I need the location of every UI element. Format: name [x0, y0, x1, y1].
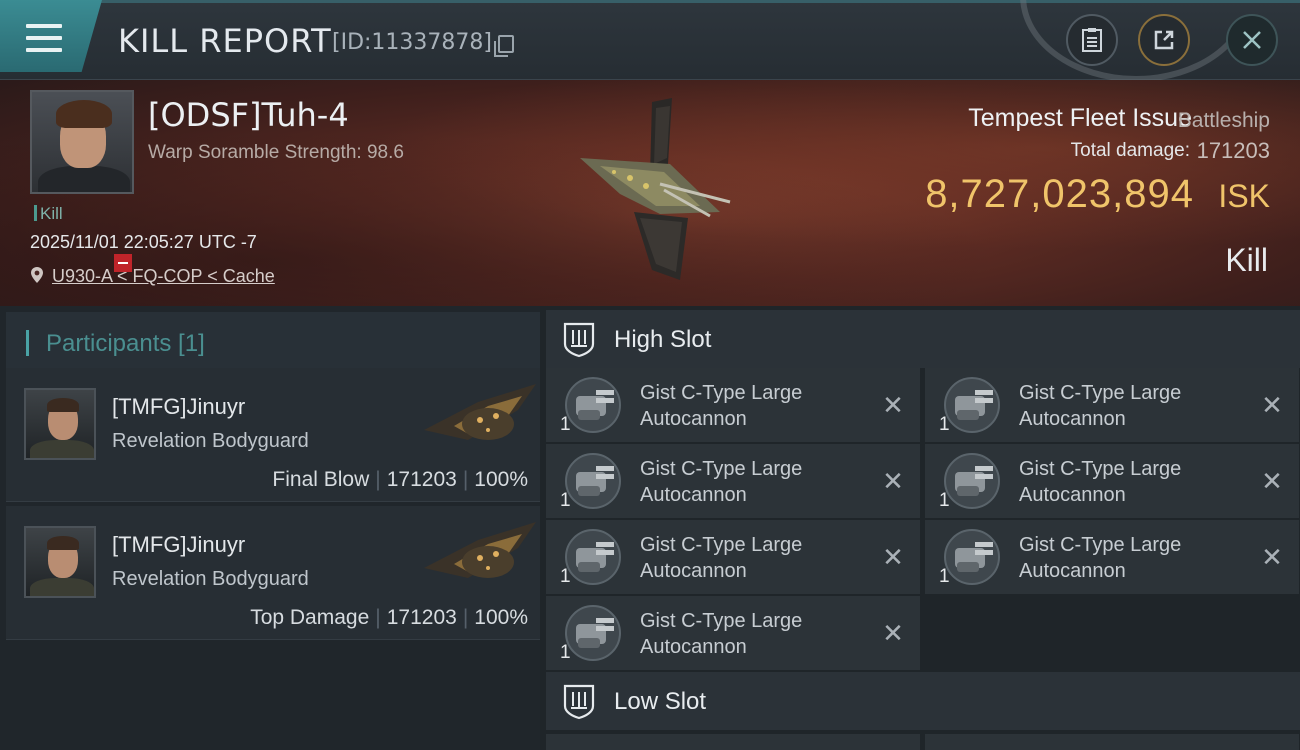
participant-row[interactable]: [TMFG]Jinuyr Revelation Bodyguard Final … [6, 368, 540, 502]
module-slot[interactable]: 1 Gist C-Type Large Autocannon ✕ [546, 520, 920, 594]
low-slot-header: Low Slot [546, 672, 1300, 730]
module-name: Gist C-Type Large Autocannon [1019, 534, 1182, 582]
hamburger-icon [26, 24, 62, 52]
top-bar: KILL REPORT [ID:11337878] [0, 0, 1300, 80]
victim-ship-class: Battleship [1177, 109, 1270, 132]
close-icon [1243, 31, 1261, 49]
destroyed-x-icon: ✕ [882, 618, 904, 648]
module-slot[interactable]: 1 Gist C-Type Large Autocannon ✕ [925, 444, 1299, 518]
participant-row[interactable]: [TMFG]Jinuyr Revelation Bodyguard Top Da… [6, 506, 540, 640]
module-name: Gist C-Type Large Autocannon [640, 458, 803, 506]
module-slot[interactable]: 1 Gist C-Type Large Autocannon ✕ [925, 520, 1299, 594]
autocannon-icon [944, 453, 1000, 509]
menu-button[interactable] [0, 0, 102, 72]
module-slot[interactable]: 1 Gist C-Type Large Autocannon ✕ [546, 368, 920, 442]
clipboard-icon [1082, 28, 1102, 52]
participant-name: [TMFG]Jinuyr [112, 532, 246, 557]
isk-unit: ISK [1218, 178, 1270, 214]
participant-ship-image [424, 522, 536, 578]
share-icon [1154, 30, 1174, 50]
victim-ship-name[interactable]: Tempest Fleet Issue [968, 104, 1192, 133]
autocannon-icon [565, 453, 621, 509]
report-id: [ID:11337878] [332, 30, 492, 55]
participant-role: Top Damage [250, 606, 370, 629]
participant-stats: Final Blow | 171203 | 100% [272, 468, 528, 491]
module-quantity: 1 [939, 414, 950, 435]
participant-damage: 171203 [386, 468, 457, 491]
module-name: Gist C-Type Large Autocannon [640, 534, 803, 582]
low-slot-shield-icon [563, 684, 595, 720]
destroyed-x-icon: ✕ [882, 542, 904, 572]
module-name: Gist C-Type Large Autocannon [640, 610, 803, 658]
participant-percent: 100% [474, 468, 528, 491]
hostile-badge-icon [114, 254, 132, 272]
participants-header: Participants [1] [6, 312, 540, 370]
kill-location-link[interactable]: U930-A < FQ-COP < Cache [52, 266, 275, 287]
high-slot-header: High Slot [546, 310, 1300, 368]
module-quantity: 1 [939, 490, 950, 511]
participant-stats: Top Damage | 171203 | 100% [250, 606, 528, 629]
destroyed-x-icon: ✕ [1261, 390, 1283, 420]
fitting-panel: High Slot 1 Gist C-Type Large Autocannon… [540, 306, 1300, 750]
total-damage-label: Total damage: [1070, 140, 1190, 161]
page-title: KILL REPORT [118, 22, 332, 60]
victim-summary: [ODSF]Tuh-4 Warp Soramble Strength: 98.6… [0, 80, 1300, 306]
kill-result: Kill [1225, 242, 1268, 278]
module-quantity: 1 [560, 490, 571, 511]
avatar[interactable] [24, 388, 96, 460]
module-slot[interactable] [925, 734, 1299, 750]
autocannon-icon [565, 605, 621, 661]
participant-damage: 171203 [386, 606, 457, 629]
module-name: Gist C-Type Large Autocannon [1019, 458, 1182, 506]
module-name: Gist C-Type Large Autocannon [640, 382, 803, 430]
share-button[interactable] [1138, 14, 1190, 66]
kill-datetime: 2025/11/01 22:05:27 UTC -7 [30, 232, 257, 252]
clipboard-button[interactable] [1066, 14, 1118, 66]
destroyed-x-icon: ✕ [1261, 542, 1283, 572]
participants-panel: Participants [1] [TMFG]Jinuyr Revelation… [0, 306, 540, 750]
destroyed-x-icon: ✕ [882, 390, 904, 420]
participant-name: [TMFG]Jinuyr [112, 394, 246, 419]
high-slot-label: High Slot [614, 326, 712, 353]
close-button[interactable] [1226, 14, 1278, 66]
destroyed-x-icon: ✕ [1261, 466, 1283, 496]
autocannon-icon [565, 377, 621, 433]
total-damage-value: 171203 [1196, 138, 1270, 163]
module-name: Gist C-Type Large Autocannon [1019, 382, 1182, 430]
participant-ship-image [424, 384, 536, 440]
high-slot-shield-icon [563, 322, 595, 358]
module-quantity: 1 [560, 414, 571, 435]
victim-portrait[interactable] [30, 90, 134, 194]
module-slot[interactable]: 1 Gist C-Type Large Autocannon ✕ [546, 444, 920, 518]
victim-ship-image[interactable] [560, 94, 740, 284]
avatar[interactable] [24, 526, 96, 598]
participant-percent: 100% [474, 606, 528, 629]
isk-value: 8,727,023,894 [925, 172, 1194, 216]
autocannon-icon [944, 377, 1000, 433]
autocannon-icon [565, 529, 621, 585]
autocannon-icon [944, 529, 1000, 585]
warp-scramble-strength: Warp Soramble Strength: 98.6 [148, 142, 404, 163]
module-slot[interactable]: 1 Gist C-Type Large Autocannon ✕ [925, 368, 1299, 442]
module-quantity: 1 [939, 566, 950, 587]
low-slot-label: Low Slot [614, 688, 707, 715]
participant-ship: Revelation Bodyguard [112, 568, 309, 590]
module-quantity: 1 [560, 566, 571, 587]
background-planet [1010, 0, 1240, 80]
participant-role: Final Blow [272, 468, 370, 491]
participants-title: Participants [1] [46, 330, 205, 357]
module-slot[interactable] [546, 734, 920, 750]
destroyed-x-icon: ✕ [882, 466, 904, 496]
kill-tag: Kill [34, 204, 63, 224]
participant-ship: Revelation Bodyguard [112, 430, 309, 452]
location-pin-icon [31, 267, 43, 283]
module-quantity: 1 [560, 642, 571, 663]
victim-pilot-name[interactable]: [ODSF]Tuh-4 [148, 96, 349, 134]
copy-icon[interactable] [494, 35, 514, 57]
module-slot[interactable]: 1 Gist C-Type Large Autocannon ✕ [546, 596, 920, 670]
